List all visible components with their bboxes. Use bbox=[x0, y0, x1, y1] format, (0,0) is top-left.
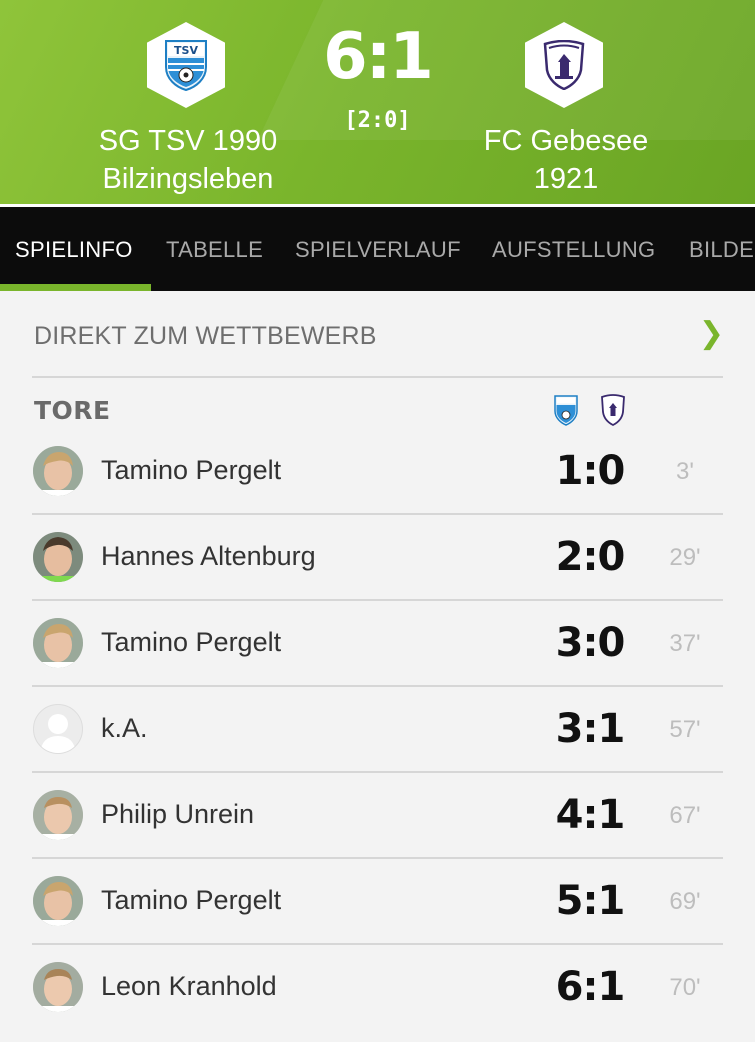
home-team-mini-crest-icon bbox=[554, 395, 578, 426]
player-avatar bbox=[33, 790, 83, 840]
goal-minute: 69' bbox=[669, 888, 701, 915]
goal-scorer-name: Tamino Pergelt bbox=[101, 885, 282, 915]
tab-spielinfo[interactable]: SPIELINFO bbox=[15, 237, 133, 263]
competition-link-label: DIREKT ZUM WETTBEWERB bbox=[34, 322, 377, 350]
tab-tabelle[interactable]: TABELLE bbox=[166, 237, 263, 263]
tab-bilder[interactable]: BILDE bbox=[689, 237, 754, 263]
away-team-badge[interactable] bbox=[525, 22, 603, 108]
match-header: TSV 6:1 [2:0] SG TSV 1990 Bilzingsleben … bbox=[0, 0, 755, 204]
tsv-crest-icon: TSV bbox=[165, 40, 207, 91]
away-team-name-line2: 1921 bbox=[533, 163, 599, 195]
goal-running-score: 1:0 bbox=[555, 448, 626, 494]
goal-running-score: 3:0 bbox=[555, 620, 626, 666]
goal-running-score: 3:1 bbox=[555, 706, 626, 752]
goal-scorer-name: Leon Kranhold bbox=[101, 971, 277, 1001]
final-score: 6:1 bbox=[323, 20, 434, 94]
player-avatar bbox=[33, 532, 83, 582]
fc-gebesee-crest-icon bbox=[543, 40, 585, 90]
goals-section-title: TORE bbox=[34, 396, 111, 425]
row-divider bbox=[32, 857, 723, 859]
goal-running-score: 4:1 bbox=[555, 792, 626, 838]
placeholder-avatar-icon bbox=[33, 704, 83, 754]
halftime-score: [2:0] bbox=[344, 108, 411, 133]
goal-minute: 67' bbox=[669, 802, 701, 829]
away-team-name-line1: FC Gebesee bbox=[483, 125, 649, 157]
home-team-name-line1: SG TSV 1990 bbox=[98, 125, 278, 157]
tab-aufstellung[interactable]: AUFSTELLUNG bbox=[492, 237, 655, 263]
player-avatar bbox=[33, 962, 83, 1012]
goal-minute: 3' bbox=[676, 458, 694, 485]
active-tab-indicator bbox=[0, 284, 151, 291]
section-divider bbox=[32, 376, 723, 378]
home-team-name[interactable]: SG TSV 1990 Bilzingsleben bbox=[58, 122, 318, 198]
tab-bar: SPIELINFO TABELLE SPIELVERLAUF AUFSTELLU… bbox=[0, 207, 755, 291]
goal-scorer-name: Tamino Pergelt bbox=[101, 455, 282, 485]
row-divider bbox=[32, 943, 723, 945]
tab-spielverlauf[interactable]: SPIELVERLAUF bbox=[295, 237, 461, 263]
badge-text: TSV bbox=[174, 44, 198, 57]
row-divider bbox=[32, 685, 723, 687]
goal-minute: 57' bbox=[669, 716, 701, 743]
goal-minute: 37' bbox=[669, 630, 701, 657]
row-divider bbox=[32, 771, 723, 773]
player-avatar bbox=[33, 446, 83, 496]
goal-running-score: 2:0 bbox=[555, 534, 626, 580]
home-team-badge[interactable]: TSV bbox=[147, 22, 225, 108]
row-divider bbox=[32, 513, 723, 515]
home-team-name-line2: Bilzingsleben bbox=[102, 163, 274, 195]
goal-row[interactable]: Leon Kranhold 6:1 70' bbox=[0, 956, 755, 1042]
goal-scorer-name: Hannes Altenburg bbox=[101, 541, 316, 571]
away-team-name[interactable]: FC Gebesee 1921 bbox=[436, 122, 696, 198]
goal-scorer-name: Tamino Pergelt bbox=[101, 627, 282, 657]
goal-minute: 70' bbox=[669, 974, 701, 1001]
row-divider bbox=[32, 599, 723, 601]
away-team-mini-crest-icon bbox=[601, 394, 625, 426]
player-avatar bbox=[33, 876, 83, 926]
player-avatar bbox=[33, 618, 83, 668]
competition-link[interactable]: DIREKT ZUM WETTBEWERB ❯ bbox=[34, 316, 724, 358]
goal-minute: 29' bbox=[669, 544, 701, 571]
chevron-right-icon: ❯ bbox=[698, 317, 724, 350]
goal-running-score: 6:1 bbox=[555, 964, 626, 1010]
goal-scorer-name: Philip Unrein bbox=[101, 799, 255, 829]
goal-scorer-name: k.A. bbox=[101, 713, 148, 743]
goal-running-score: 5:1 bbox=[555, 878, 626, 924]
